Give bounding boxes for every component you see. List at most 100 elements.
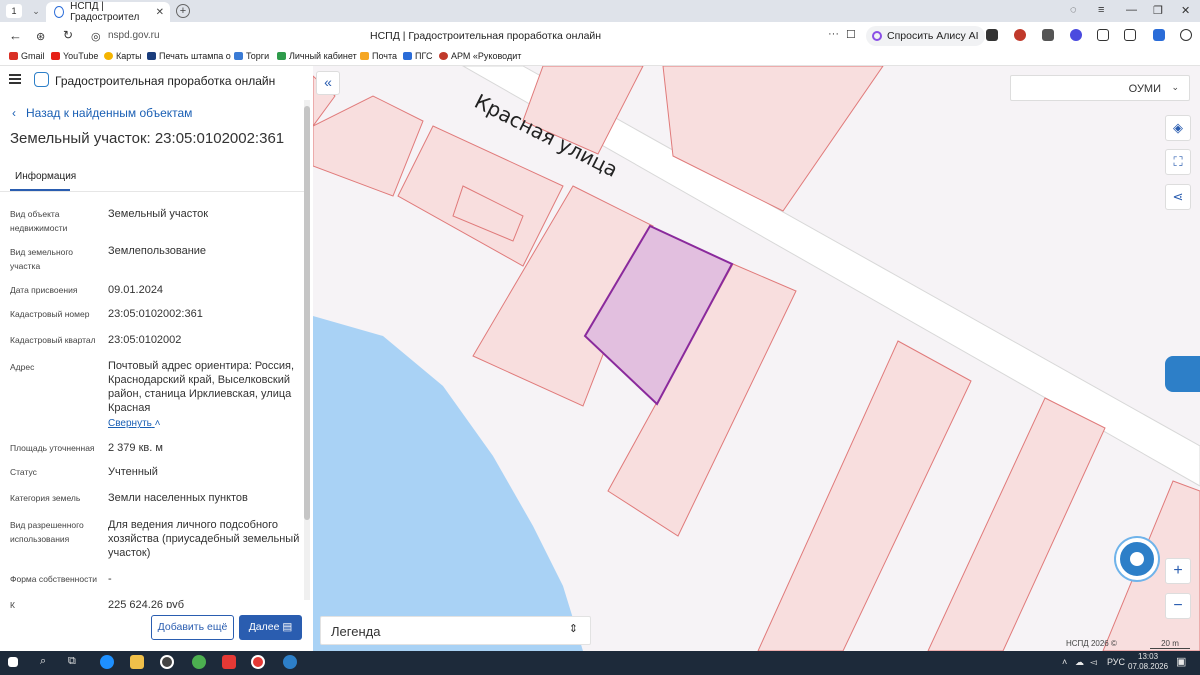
site-security-icon[interactable]: ◎ <box>91 30 101 43</box>
tab-title: НСПД | Градостроител <box>70 1 140 23</box>
extension-circle-icon[interactable] <box>1070 29 1082 41</box>
restore-icon[interactable]: ❐ <box>1153 4 1163 17</box>
object-title: Земельный участок: 23:05:0102002:361 <box>10 130 285 147</box>
bookmark-icon[interactable]: ☐ <box>846 28 856 41</box>
field-label: Категория земель <box>10 493 81 503</box>
profile-icon[interactable]: ◌ <box>1070 4 1077 16</box>
bookmark-auctions[interactable]: Торги <box>234 51 269 61</box>
arm-icon <box>439 52 448 60</box>
add-more-button[interactable]: Добавить ещё <box>151 615 234 640</box>
app-title: Градостроительная проработка онлайн <box>55 74 276 88</box>
back-to-results-link[interactable]: ‹ Назад к найденным объектам <box>12 106 192 120</box>
cloud-icon[interactable]: ☁ <box>1075 657 1084 668</box>
gmail-icon <box>9 52 18 60</box>
bookmark-pgs[interactable]: ПГС <box>403 51 432 61</box>
layer-select[interactable]: ОУМИ ⌄ <box>1010 75 1190 101</box>
field-label: Кадастровый номер <box>10 309 90 319</box>
document-icon: ▤ <box>282 621 293 633</box>
yandex-browser-icon[interactable] <box>251 655 265 669</box>
map-canvas[interactable]: Красная улица <box>313 66 1200 651</box>
field-value: Землепользование <box>108 245 207 257</box>
share-icon[interactable]: ⋖ <box>1165 184 1191 210</box>
layer-select-value: ОУМИ <box>1128 83 1161 95</box>
more-dots-icon[interactable]: ··· <box>828 28 839 40</box>
field-value: Учтенный <box>108 466 158 478</box>
tab-close-icon[interactable]: ✕ <box>156 7 164 18</box>
app-blue-icon[interactable] <box>283 655 297 669</box>
bookmark-youtube[interactable]: YouTube <box>51 51 98 61</box>
bookmark-mail[interactable]: Почта <box>360 51 397 61</box>
field-label: Вид земельного участка <box>10 247 74 271</box>
bookmark-gmail[interactable]: Gmail <box>9 51 45 61</box>
extension-copy-icon[interactable] <box>1124 29 1136 41</box>
field-label: Форма собственности <box>10 574 97 584</box>
bookmark-maps[interactable]: Карты <box>104 51 142 61</box>
search-icon[interactable]: ⌕ <box>40 655 46 668</box>
updown-chevron-icon: ⇕ <box>568 623 578 635</box>
task-view-icon[interactable]: ⧉ <box>68 655 76 668</box>
tray-chevron-icon[interactable]: ˄ <box>1062 657 1067 667</box>
url-text[interactable]: nspd.gov.ru <box>108 30 160 41</box>
zoom-in-icon[interactable]: + <box>1165 558 1191 584</box>
menu-icon[interactable]: ≡ <box>1098 4 1104 16</box>
lang-indicator[interactable]: РУС <box>1107 657 1125 667</box>
chrome-icon[interactable] <box>192 655 206 669</box>
volume-icon[interactable]: ◅ <box>1090 657 1097 668</box>
legend-label: Легенда <box>331 624 381 639</box>
bookmark-cabinet[interactable]: Личный кабинет <box>277 51 357 61</box>
chevron-left-icon: ‹ <box>12 106 16 120</box>
panel-scrollbar[interactable] <box>304 100 310 600</box>
bookmark-arm[interactable]: АРМ «Руководит <box>439 51 521 61</box>
collapse-panel-button[interactable]: « <box>316 71 340 95</box>
browser-tab-active[interactable]: НСПД | Градостроител ✕ <box>46 1 170 23</box>
close-window-icon[interactable]: ✕ <box>1181 4 1190 17</box>
minimize-icon[interactable]: — <box>1126 4 1137 16</box>
extension-stamp-icon[interactable] <box>1014 29 1026 41</box>
alice-icon <box>872 31 882 41</box>
extension-hat-icon[interactable] <box>1042 29 1054 41</box>
new-tab-button[interactable]: + <box>176 4 190 18</box>
legend-select[interactable]: Легенда ⇕ <box>320 616 591 645</box>
select-area-icon[interactable]: ⛶ <box>1165 149 1191 175</box>
chat-icon[interactable] <box>1116 538 1158 580</box>
extension-blue-icon[interactable] <box>1153 29 1165 41</box>
next-button[interactable]: Далее ▤ <box>239 615 302 640</box>
map-pin-icon <box>104 52 113 60</box>
collapse-link[interactable]: Свернуть ˄ <box>108 418 160 429</box>
side-widget-icon[interactable] <box>1165 356 1200 392</box>
field-label: Площадь уточненная <box>10 443 95 453</box>
scrollbar-thumb[interactable] <box>304 106 310 520</box>
notification-icon[interactable]: ▣ <box>1176 655 1186 668</box>
layers-icon[interactable]: ◈ <box>1165 115 1191 141</box>
alice-button[interactable]: Спросить Алису AI <box>866 26 985 46</box>
reload-icon[interactable]: ↻ <box>63 28 73 42</box>
file-explorer-icon[interactable] <box>130 655 144 669</box>
field-value: 23:05:0102002 <box>108 334 182 346</box>
edge-icon[interactable] <box>100 655 114 669</box>
hamburger-menu-icon[interactable] <box>9 74 21 84</box>
shield-icon[interactable]: ⊛ <box>36 30 45 43</box>
mail-icon <box>360 52 369 60</box>
tab-counter[interactable]: 1 <box>6 4 22 18</box>
chevron-down-icon: ⌄ <box>1171 82 1179 92</box>
clock-time: 13:03 <box>1138 652 1159 661</box>
page-title-center: НСПД | Градостроительная проработка онла… <box>370 30 602 42</box>
field-value: Земли населенных пунктов <box>108 492 248 504</box>
profile-sync-icon[interactable] <box>1180 29 1192 41</box>
yandex-icon[interactable] <box>222 655 236 669</box>
windows-start-icon[interactable] <box>8 657 18 667</box>
parcel <box>927 397 1106 651</box>
field-value: - <box>108 573 112 585</box>
tab-information[interactable]: Информация <box>10 171 76 191</box>
app-c-icon[interactable] <box>160 655 174 669</box>
field-label: К <box>10 600 15 608</box>
extension-tools-icon[interactable] <box>986 29 998 41</box>
extensions-puzzle-icon[interactable] <box>1097 29 1109 41</box>
tab-list-chevron-icon[interactable]: ⌄ <box>28 6 44 17</box>
bookmark-stamp[interactable]: Печать штампа о <box>147 51 231 61</box>
tab-divider <box>0 191 305 192</box>
zoom-out-icon[interactable]: − <box>1165 593 1191 619</box>
field-label: Кадастровый квартал <box>10 335 96 345</box>
system-clock[interactable]: 13:03 07.08.2026 <box>1128 652 1168 672</box>
back-arrow-icon[interactable]: ← <box>9 28 22 43</box>
